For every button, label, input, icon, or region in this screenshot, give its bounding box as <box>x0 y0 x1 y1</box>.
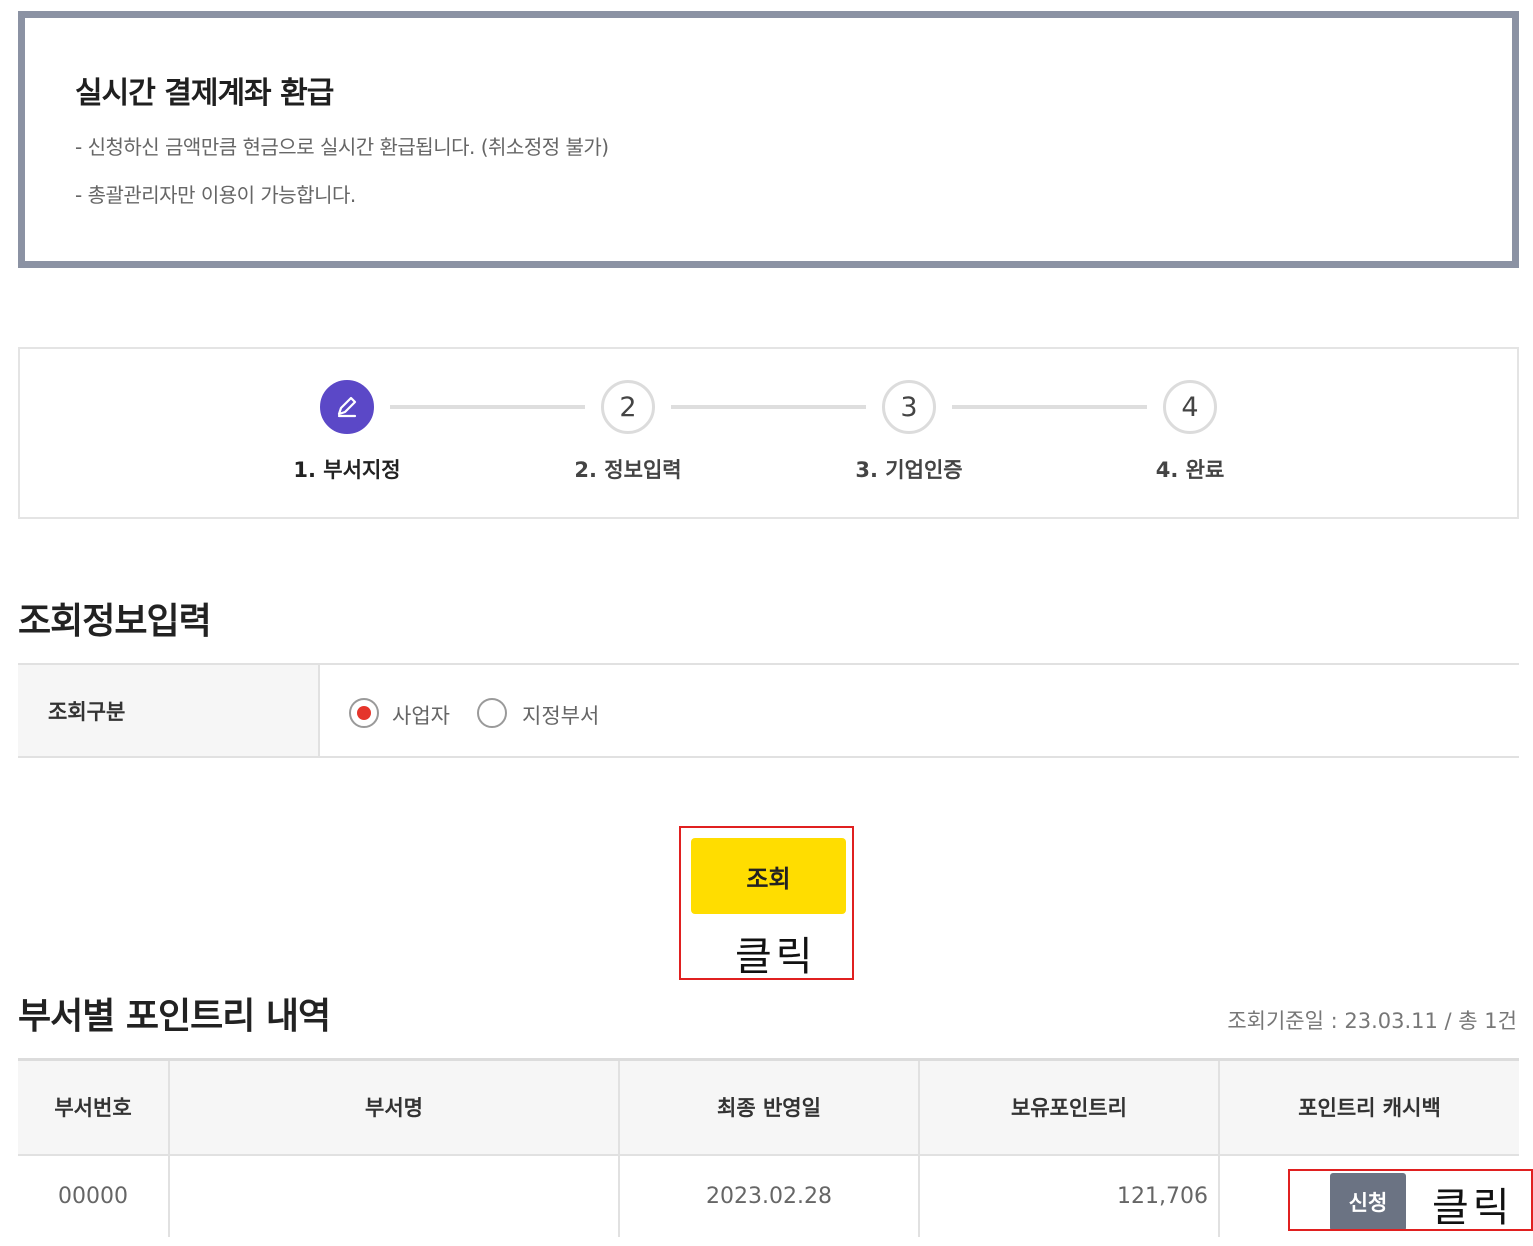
step-4-circle: 4 <box>1163 380 1217 434</box>
query-date-summary: 조회기준일 : 23.03.11 / 총 1건 <box>1227 1009 1517 1033</box>
radio-business[interactable] <box>349 698 379 728</box>
step-connector <box>952 405 1147 409</box>
col-header-dept-no: 부서번호 <box>18 1059 170 1156</box>
cell-dept-name <box>169 1154 620 1237</box>
col-header-cashback: 포인트리 캐시백 <box>1219 1059 1519 1156</box>
notice-line: - 신청하신 금액만큼 현금으로 실시간 환급됩니다. (취소정정 불가) <box>75 135 609 159</box>
click-annotation-text: 클릭 <box>1432 1185 1514 1231</box>
step-2-label: 2. 정보입력 <box>574 458 682 482</box>
query-section-title: 조회정보입력 <box>18 601 212 642</box>
step-1-circle <box>320 380 374 434</box>
progress-stepper: 2 3 4 1. 부서지정 2. 정보입력 3. 기업인증 4. 완료 <box>18 347 1519 519</box>
radio-designated-dept-label[interactable]: 지정부서 <box>522 700 599 730</box>
col-header-points: 보유포인트리 <box>919 1059 1220 1156</box>
cell-dept-no: 00000 <box>18 1154 170 1237</box>
step-1-label: 1. 부서지정 <box>293 458 401 482</box>
step-connector <box>671 405 866 409</box>
col-header-last-date: 최종 반영일 <box>619 1059 920 1156</box>
step-2-circle: 2 <box>601 380 655 434</box>
notice-line: - 총괄관리자만 이용이 가능합니다. <box>75 183 356 207</box>
step-connector <box>390 405 585 409</box>
notice-box: 실시간 결제계좌 환급 - 신청하신 금액만큼 현금으로 실시간 환급됩니다. … <box>18 11 1519 268</box>
cell-points: 121,706 <box>919 1154 1220 1237</box>
query-type-row: 조회구분 사업자 지정부서 <box>18 663 1519 758</box>
query-type-label: 조회구분 <box>18 665 320 756</box>
step-3-circle: 3 <box>882 380 936 434</box>
radio-designated-dept[interactable] <box>477 698 507 728</box>
cell-last-date: 2023.02.28 <box>619 1154 920 1237</box>
step-3-label: 3. 기업인증 <box>855 458 963 482</box>
search-button[interactable]: 조회 <box>691 838 846 914</box>
points-section-title: 부서별 포인트리 내역 <box>18 996 331 1037</box>
pencil-icon <box>337 396 357 418</box>
step-4-label: 4. 완료 <box>1155 458 1225 482</box>
col-header-dept-name: 부서명 <box>169 1059 620 1156</box>
click-annotation-text: 클릭 <box>735 934 817 980</box>
table-header-row: 부서번호 부서명 최종 반영일 보유포인트리 포인트리 캐시백 <box>18 1059 1519 1156</box>
radio-business-label[interactable]: 사업자 <box>392 700 450 730</box>
notice-title: 실시간 결제계좌 환급 <box>75 76 334 111</box>
